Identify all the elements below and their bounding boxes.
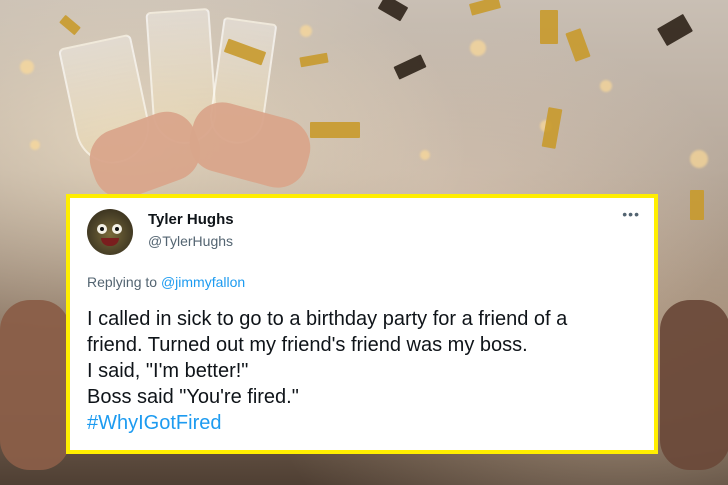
tweet-card: Tyler Hughs @TylerHughs ••• Replying to … <box>66 194 658 454</box>
tweet-text: I called in sick to go to a birthday par… <box>87 306 647 436</box>
replying-to-link[interactable]: @jimmyfallon <box>161 274 245 290</box>
user-handle[interactable]: @TylerHughs <box>148 233 233 249</box>
tweet-text-line: I said, "I'm better!" <box>87 360 249 382</box>
more-options-icon[interactable]: ••• <box>622 206 640 222</box>
replying-to-line: Replying to @jimmyfallon <box>87 274 245 290</box>
display-name[interactable]: Tyler Hughs <box>148 211 234 228</box>
replying-prefix: Replying to <box>87 274 161 290</box>
hashtag-link[interactable]: #WhyIGotFired <box>87 410 647 436</box>
tweet-text-line: Boss said "You're fired." <box>87 386 299 408</box>
tweet-text-line: I called in sick to go to a birthday par… <box>87 308 568 330</box>
tweet-text-line: friend. Turned out my friend's friend wa… <box>87 334 528 356</box>
puppet-avatar-icon[interactable] <box>87 209 133 255</box>
